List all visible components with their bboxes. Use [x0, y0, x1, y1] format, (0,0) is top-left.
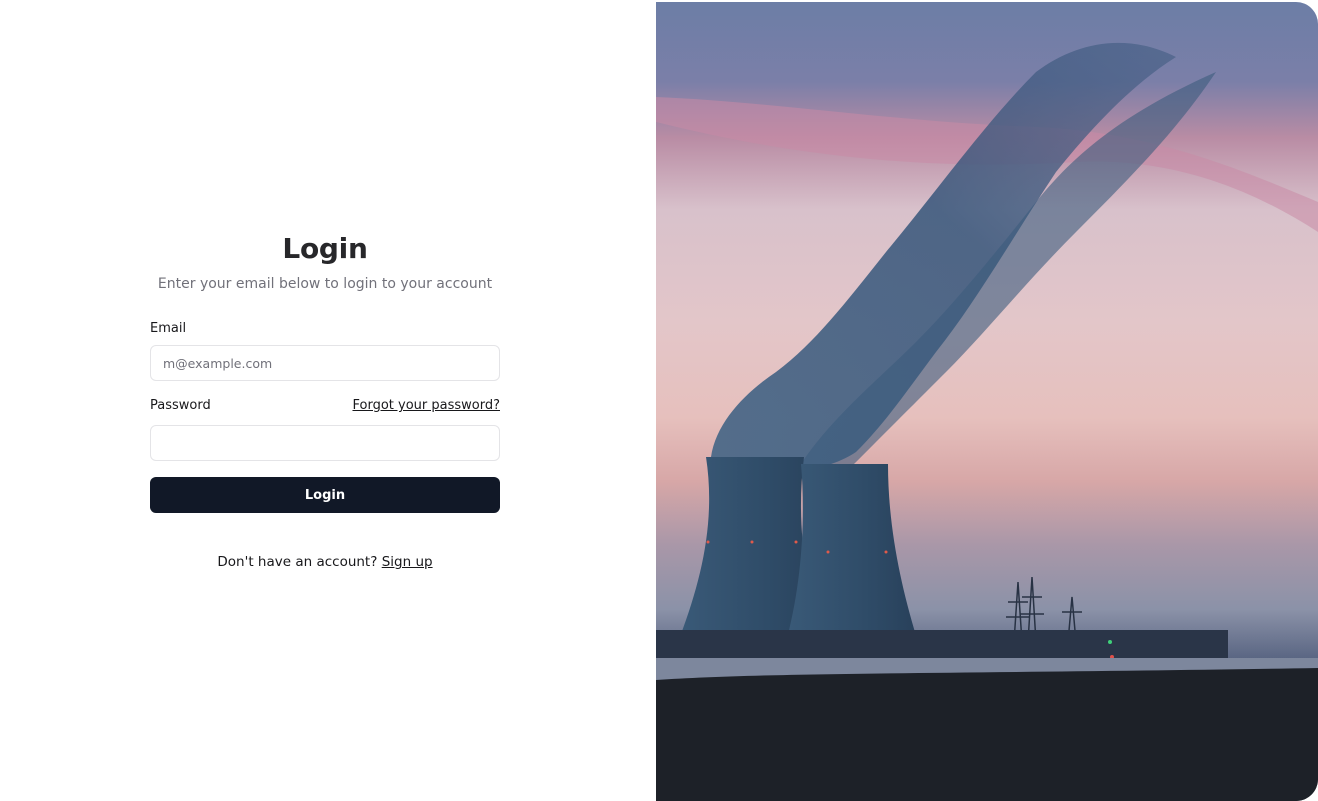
password-field[interactable]: [150, 425, 500, 461]
password-label-row: Password Forgot your password?: [150, 397, 500, 415]
login-form: Login Enter your email below to login to…: [150, 228, 500, 570]
cooling-towers-photo: [656, 2, 1318, 801]
page-title: Login: [282, 232, 368, 265]
login-form-panel: Login Enter your email below to login to…: [0, 0, 656, 801]
signup-link[interactable]: Sign up: [382, 554, 433, 570]
password-label: Password: [150, 398, 211, 413]
login-page: Login Enter your email below to login to…: [0, 0, 1318, 801]
forgot-password-link[interactable]: Forgot your password?: [352, 397, 500, 415]
page-subtitle: Enter your email below to login to your …: [157, 276, 493, 292]
login-button[interactable]: Login: [150, 477, 500, 513]
email-field[interactable]: [150, 345, 500, 381]
email-label: Email: [150, 321, 187, 336]
signup-prompt-text: Don't have an account?: [217, 554, 378, 570]
signup-prompt: Don't have an account? Sign up: [150, 552, 500, 572]
